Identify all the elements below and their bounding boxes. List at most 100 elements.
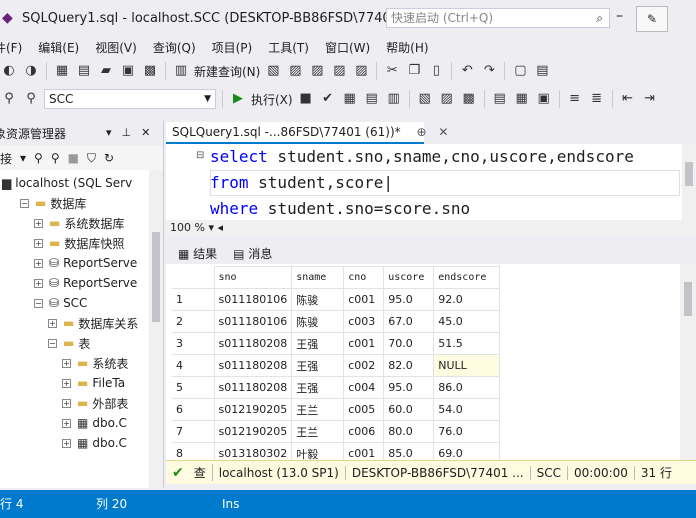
menu-view[interactable]: 视图(V) [87, 39, 145, 56]
uncomment-icon[interactable]: ≣ [588, 90, 606, 108]
editor-scrollbar[interactable] [682, 144, 696, 220]
menu-project[interactable]: 项目(P) [204, 39, 261, 56]
table-cell[interactable]: c006 [343, 420, 385, 443]
new-query-icon[interactable]: ▥ [172, 62, 190, 80]
parse-icon[interactable]: ✔ [319, 90, 337, 108]
table-cell[interactable]: c004 [343, 376, 385, 399]
execute-button[interactable]: 执行(X) [251, 91, 293, 108]
table-row[interactable]: 8 s013180302 叶毅 c001 85.0 69.0 [172, 442, 501, 460]
table-cell[interactable]: s013180302 [213, 442, 293, 460]
table-cell[interactable]: 67.0 [383, 310, 435, 333]
tree-node[interactable]: ▆ localhost (SQL Serv [2, 173, 132, 193]
collapse-icon[interactable]: ⊟ [196, 150, 204, 161]
search-icon[interactable]: ⌕ [596, 9, 603, 27]
code-line[interactable]: from student,score| [210, 170, 393, 196]
document-tab-sqlquery1[interactable]: SQLQuery1.sql -...86FSD\77401 (61))* ⊕ ✕ [166, 122, 448, 144]
tree-node[interactable]: + ▬ FileTa [62, 373, 125, 393]
table-cell[interactable]: 陈骏 [291, 310, 345, 333]
tree-node[interactable]: + ▬ 数据库关系 [48, 313, 138, 333]
dmx-query-icon[interactable]: ▨ [308, 62, 326, 80]
table-cell[interactable]: 85.0 [383, 442, 435, 460]
results-to-grid-icon[interactable]: ▦ [513, 90, 531, 108]
menu-file[interactable]: 件(F) [0, 39, 30, 56]
results-to-text-icon[interactable]: ▤ [491, 90, 509, 108]
row-number[interactable]: 4 [172, 354, 215, 377]
tree-node[interactable]: − ▬ 表 [48, 333, 90, 353]
table-cell[interactable]: 王兰 [291, 420, 345, 443]
table-cell[interactable]: c001 [343, 332, 385, 355]
xmla-query-icon[interactable]: ▨ [330, 62, 348, 80]
expand-icon[interactable]: + [48, 318, 57, 328]
expand-icon[interactable]: + [34, 238, 43, 248]
properties-icon[interactable]: ▤ [533, 62, 551, 80]
table-cell[interactable]: 54.0 [433, 398, 501, 421]
column-header[interactable]: endscore [433, 266, 501, 289]
query-options-icon[interactable]: ▤ [363, 90, 381, 108]
table-row[interactable]: 5 s011180208 王强 c004 95.0 86.0 [172, 376, 501, 399]
tree-node[interactable]: + ▬ 系统数据库 [34, 213, 124, 233]
column-header[interactable]: sname [291, 266, 345, 289]
table-cell[interactable]: c001 [343, 442, 385, 460]
column-header[interactable]: uscore [383, 266, 435, 289]
tree-node[interactable]: + ⛁ ReportServe [34, 273, 137, 293]
expand-icon[interactable]: + [62, 358, 71, 368]
disconnect-all-icon[interactable]: ⚲ [51, 151, 60, 165]
intellisense-icon[interactable]: ▥ [385, 90, 403, 108]
execute-icon[interactable]: ▶ [229, 90, 247, 108]
connect-icon[interactable]: ⚲ [0, 90, 18, 108]
tree-node[interactable]: + ▬ 数据库快照 [34, 233, 124, 253]
table-row[interactable]: 4 s011180208 王强 c002 82.0 NULL [172, 354, 501, 377]
table-cell[interactable]: 76.0 [433, 420, 501, 443]
table-cell[interactable]: c005 [343, 398, 385, 421]
menu-edit[interactable]: 编辑(E) [30, 39, 87, 56]
dropdown-icon[interactable]: ▾ [106, 126, 112, 139]
collapse-icon[interactable]: − [48, 338, 57, 348]
save-icon[interactable]: ▣ [119, 62, 137, 80]
zoom-select[interactable]: 100 % [170, 221, 205, 234]
redo-icon[interactable]: ↷ [480, 62, 498, 80]
tree-node[interactable]: + ▬ 外部表 [62, 393, 128, 413]
row-number[interactable]: 5 [172, 376, 215, 399]
table-cell[interactable]: 95.0 [383, 376, 435, 399]
table-row[interactable]: 2 s011180106 陈骏 c003 67.0 45.0 [172, 310, 501, 333]
object-explorer-scrollbar[interactable] [149, 170, 163, 488]
scrollbar-thumb[interactable] [685, 162, 693, 186]
comment-icon[interactable]: ≡ [566, 90, 584, 108]
chevron-down-icon[interactable]: ▾ ◂ [208, 221, 223, 234]
row-number[interactable]: 3 [172, 332, 215, 355]
dax-query-icon[interactable]: ▨ [352, 62, 370, 80]
database-select[interactable]: SCC ▼ [44, 89, 216, 109]
tree-node[interactable]: + ▬ 系统表 [62, 353, 128, 373]
table-cell[interactable]: 王强 [291, 376, 345, 399]
table-cell[interactable]: 69.0 [433, 442, 501, 460]
paste-icon[interactable]: ▯ [427, 62, 445, 80]
disconnect-icon[interactable]: ⚲ [34, 151, 43, 165]
menu-help[interactable]: 帮助(H) [378, 39, 436, 56]
results-scrollbar[interactable] [680, 264, 696, 460]
db-query-icon[interactable]: ▧ [264, 62, 282, 80]
expand-icon[interactable]: + [62, 398, 71, 408]
collapse-icon[interactable]: − [34, 298, 43, 308]
table-cell[interactable]: 70.0 [383, 332, 435, 355]
open-folder-icon[interactable]: ▰ [97, 62, 115, 80]
estimated-plan-icon[interactable]: ▦ [341, 90, 359, 108]
increase-indent-icon[interactable]: ⇥ [641, 90, 659, 108]
scrollbar-thumb[interactable] [152, 232, 160, 322]
new-query-button[interactable]: 新建查询(N) [194, 63, 260, 80]
table-cell[interactable]: s011180106 [213, 288, 293, 311]
undo-icon[interactable]: ↶ [458, 62, 476, 80]
table-cell[interactable]: 王强 [291, 332, 345, 355]
results-to-file-icon[interactable]: ▣ [535, 90, 553, 108]
table-cell[interactable]: 86.0 [433, 376, 501, 399]
mdx-query-icon[interactable]: ▨ [286, 62, 304, 80]
expand-icon[interactable]: + [34, 258, 43, 268]
table-cell[interactable]: c001 [343, 288, 385, 311]
minimize-button[interactable]: – [616, 8, 623, 24]
table-cell[interactable]: 王强 [291, 354, 345, 377]
column-header[interactable]: sno [213, 266, 293, 289]
forward-icon[interactable]: ◑ [22, 62, 40, 80]
table-cell[interactable]: 51.5 [433, 332, 501, 355]
quick-launch-input[interactable]: 快速启动 (Ctrl+Q) ⌕ [386, 8, 610, 28]
decrease-indent-icon[interactable]: ⇤ [619, 90, 637, 108]
table-cell[interactable]: s011180106 [213, 310, 293, 333]
